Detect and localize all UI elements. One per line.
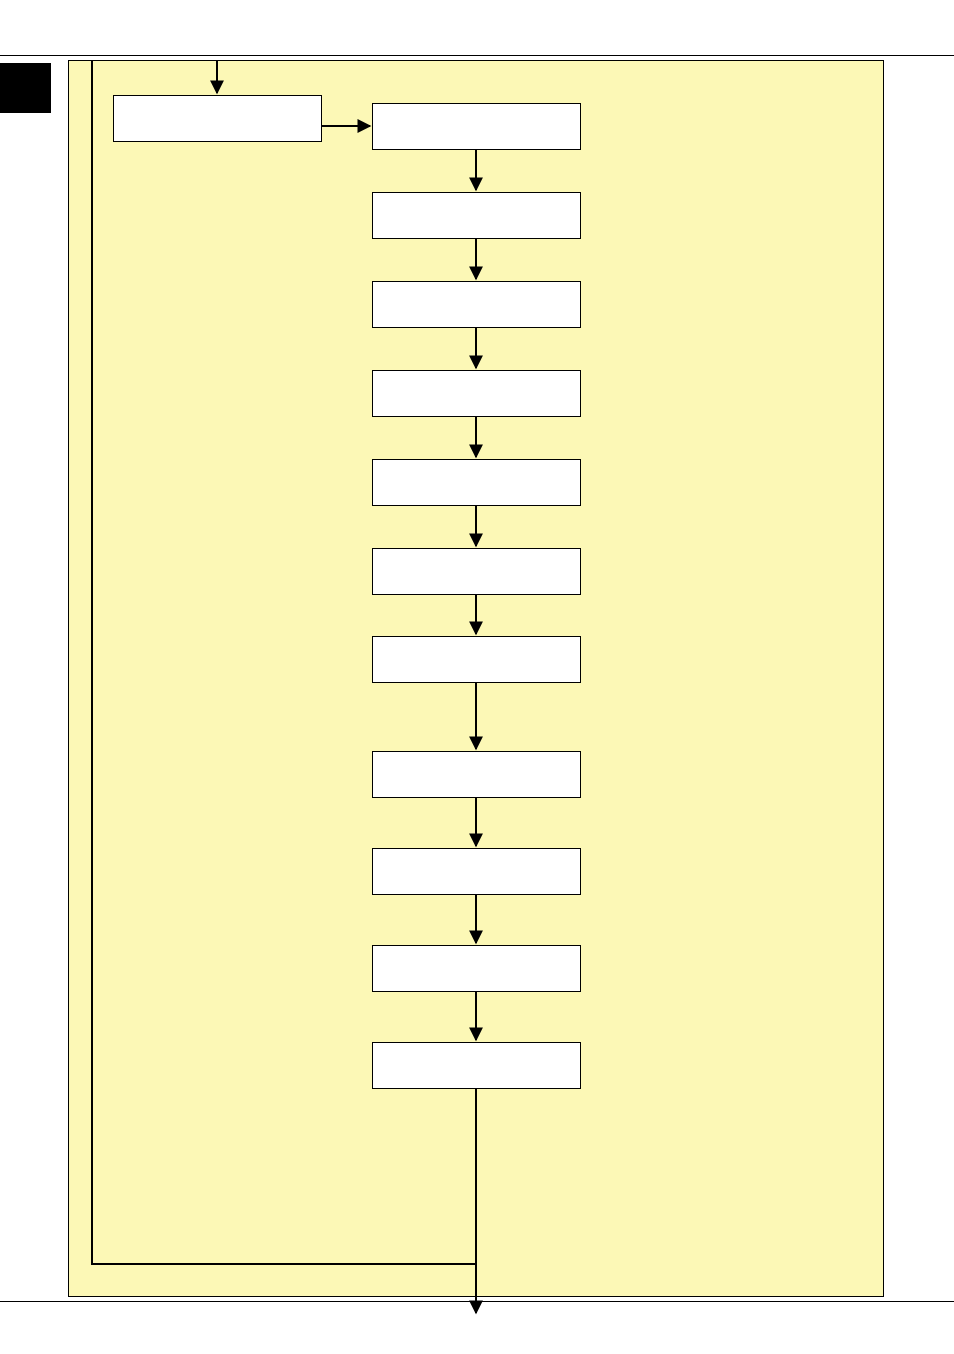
flow-box-4 (372, 459, 581, 506)
flow-box-0 (372, 103, 581, 150)
black-tab (0, 63, 51, 113)
divider-bottom (0, 1301, 954, 1302)
flow-box-side (113, 95, 322, 142)
divider-top (0, 55, 954, 56)
flow-box-9 (372, 945, 581, 992)
flow-box-1 (372, 192, 581, 239)
flow-box-10 (372, 1042, 581, 1089)
flow-box-2 (372, 281, 581, 328)
flow-box-6 (372, 636, 581, 683)
flow-box-7 (372, 751, 581, 798)
flow-box-3 (372, 370, 581, 417)
flow-box-8 (372, 848, 581, 895)
flow-box-5 (372, 548, 581, 595)
page (0, 0, 954, 1354)
